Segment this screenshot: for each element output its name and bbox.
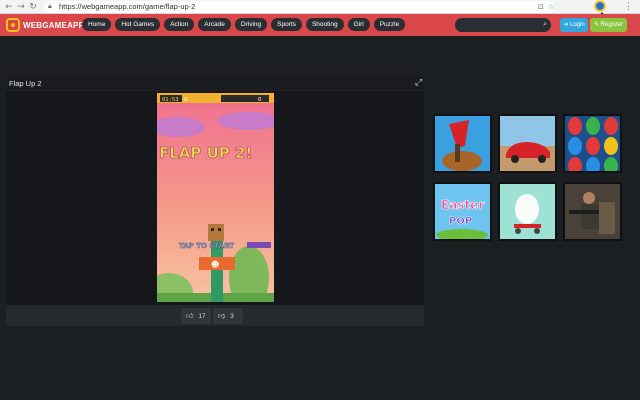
dislike-count: 3 xyxy=(230,313,234,320)
related-games-grid: Easter POP xyxy=(433,114,623,242)
url-text: https://webgameapp.com/game/flap-up-2 xyxy=(59,2,196,11)
nav-girl[interactable]: Girl xyxy=(347,18,370,31)
vote-bar: 👍︎ 17 👎︎ 3 xyxy=(6,305,424,326)
browser-menu-icon[interactable]: ⋮ xyxy=(624,1,633,12)
game-logo-text: FLAP UP 2! xyxy=(159,144,252,162)
axe-chop-game-thumbnail[interactable] xyxy=(433,114,492,173)
egg-on-cart-game-thumbnail[interactable] xyxy=(498,182,557,241)
soldier-shooter-game-thumbnail[interactable] xyxy=(563,182,622,241)
easter-pop-game-thumbnail[interactable]: Easter POP xyxy=(433,182,492,241)
search-input[interactable] xyxy=(461,20,537,30)
game-titlebar: Flap Up 2 ⤢ xyxy=(6,76,424,91)
extension-icon[interactable] xyxy=(594,0,606,12)
address-bar[interactable]: 🔒︎ https://webgameapp.com/game/flap-up-2 xyxy=(44,1,554,13)
game-panel: Flap Up 2 ⤢ 01:53 0 0 FLAP UP 2! ☻ TAP T… xyxy=(6,76,424,326)
category-nav: Home Hot Games Action Arcade Driving Spo… xyxy=(82,18,406,31)
game-title: Flap Up 2 xyxy=(9,79,42,88)
pop-title: POP xyxy=(449,216,472,227)
nav-action[interactable]: Action xyxy=(164,18,195,31)
translate-icon[interactable]: ⊡ xyxy=(538,3,544,11)
like-button[interactable]: 👍︎ 17 xyxy=(181,308,211,324)
nav-arcade[interactable]: Arcade xyxy=(198,18,231,31)
hud-score-box xyxy=(221,95,269,102)
hud-timer: 01:53 xyxy=(162,97,179,103)
thumbs-down-icon: 👎︎ xyxy=(218,312,226,320)
nav-hot-games[interactable]: Hot Games xyxy=(115,18,161,31)
login-icon: ➜ xyxy=(563,22,569,28)
logo-text: WEBGAMEAPP xyxy=(23,20,85,30)
reload-icon[interactable]: ↻ xyxy=(28,2,38,12)
pillar xyxy=(211,241,223,302)
register-label: Register xyxy=(600,22,624,28)
site-header: WEBGAMEAPP Home Hot Games Action Arcade … xyxy=(0,14,640,36)
browser-toolbar: ← → ↻ 🔒︎ https://webgameapp.com/game/fla… xyxy=(0,0,640,18)
search-icon[interactable]: ⌕ xyxy=(543,20,547,29)
colorful-eggs-game-thumbnail[interactable] xyxy=(563,114,622,173)
nav-shooting[interactable]: Shooting xyxy=(305,18,344,31)
game-scene[interactable]: 01:53 0 0 FLAP UP 2! ☻ TAP TO START xyxy=(157,93,274,302)
player-character xyxy=(208,224,224,241)
back-arrow-icon[interactable]: ← xyxy=(4,2,14,12)
forward-arrow-icon[interactable]: → xyxy=(16,2,26,12)
bookmark-star-icon[interactable]: ☆ xyxy=(548,3,554,11)
start-block-icon: ☻ xyxy=(211,260,219,269)
hud-left-count: 0 xyxy=(184,97,188,103)
register-icon: ✎ xyxy=(593,22,599,28)
thumbs-up-icon: 👍︎ xyxy=(186,312,194,320)
dislike-button[interactable]: 👎︎ 3 xyxy=(213,308,243,324)
search-box: ⌕ xyxy=(455,18,551,32)
game-canvas[interactable]: 01:53 0 0 FLAP UP 2! ☻ TAP TO START xyxy=(157,93,274,302)
easter-title: Easter xyxy=(441,198,484,212)
nav-sports[interactable]: Sports xyxy=(271,18,302,31)
red-car-racing-game-thumbnail[interactable] xyxy=(498,114,557,173)
site-logo[interactable]: WEBGAMEAPP xyxy=(6,18,84,32)
nav-driving[interactable]: Driving xyxy=(234,18,268,31)
ad-badge xyxy=(247,242,271,248)
register-button[interactable]: ✎ Register xyxy=(590,18,627,32)
login-button[interactable]: ➜ Login xyxy=(560,18,588,32)
hud-right-count: 0 xyxy=(258,97,262,103)
fullscreen-icon[interactable]: ⤢ xyxy=(415,78,422,88)
nav-home[interactable]: Home xyxy=(82,18,112,31)
lock-icon: 🔒︎ xyxy=(48,2,52,10)
like-count: 17 xyxy=(198,313,206,320)
gamepad-logo-icon xyxy=(6,18,20,32)
tap-to-start-text: TAP TO START xyxy=(179,242,234,250)
login-label: Login xyxy=(570,22,585,28)
nav-puzzle[interactable]: Puzzle xyxy=(373,18,406,31)
